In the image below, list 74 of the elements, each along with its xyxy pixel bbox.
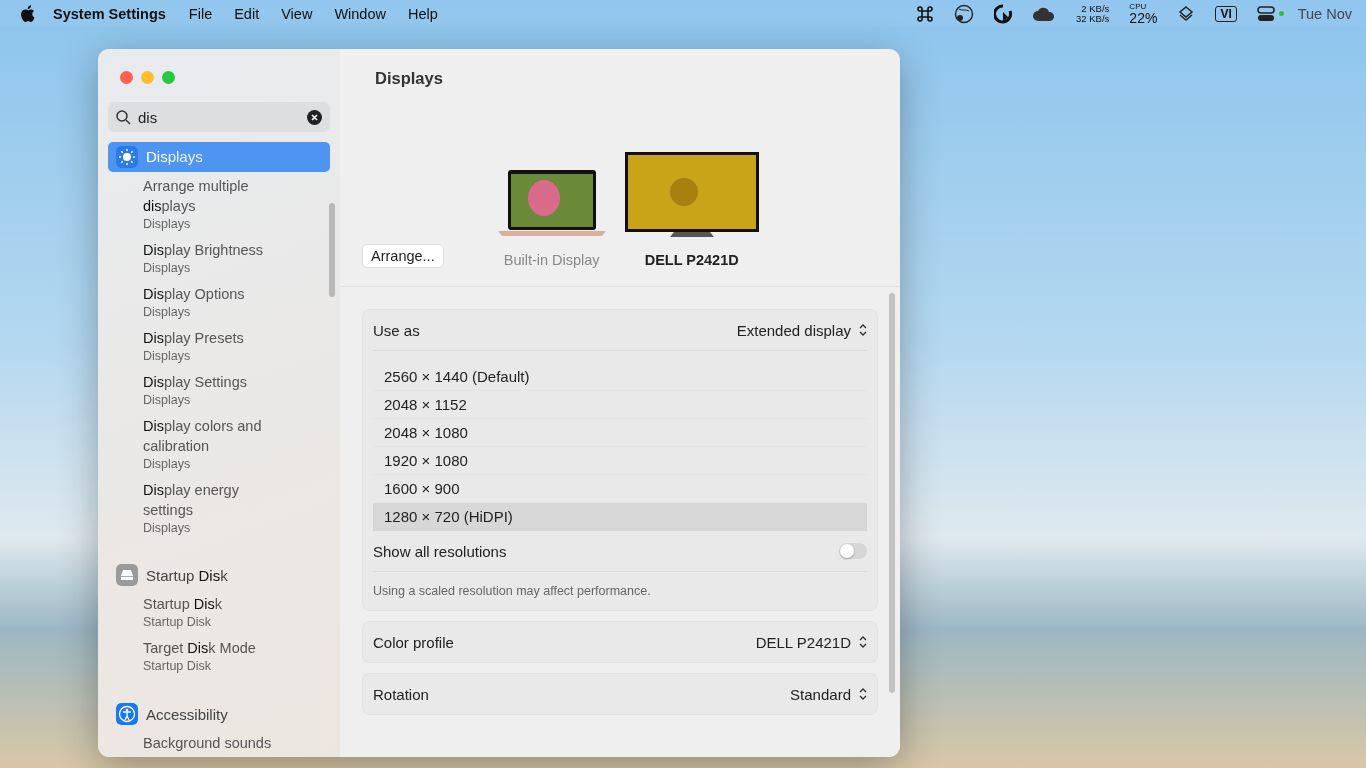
scrollbar[interactable] xyxy=(329,203,335,297)
control-center-icon[interactable] xyxy=(1256,5,1275,22)
setting-label: Color profile xyxy=(373,633,454,651)
sidebar-item-label: Accessibility xyxy=(146,705,228,723)
search-result[interactable]: Target Disk Mode xyxy=(143,638,290,659)
result-category: Displays xyxy=(143,455,192,472)
toggle-switch[interactable] xyxy=(839,543,867,559)
use-as-popup[interactable]: Extended display xyxy=(736,321,867,339)
menu-item[interactable]: View xyxy=(270,5,324,22)
laptop-icon[interactable] xyxy=(495,168,608,238)
setting-label: Show all resolutions xyxy=(373,542,507,560)
stepper-icon xyxy=(859,687,867,701)
cloud-icon[interactable] xyxy=(1032,5,1057,22)
result-category: Displays xyxy=(143,391,192,408)
sidebar-item-label: Startup Disk xyxy=(146,567,228,584)
cpu-label: CPU xyxy=(1129,2,1148,11)
resolution-option[interactable]: 1280 × 720 (HiDPI) xyxy=(373,503,867,531)
sidebar-item-label: Displays xyxy=(146,148,203,166)
result-category: Displays xyxy=(143,259,192,276)
monitor-icon[interactable] xyxy=(623,152,760,238)
result-category: Displays xyxy=(143,215,192,232)
menu-item[interactable]: Edit xyxy=(223,5,271,22)
resolution-option[interactable]: 2048 × 1152 xyxy=(373,391,867,419)
command-icon[interactable] xyxy=(916,4,935,23)
search-result[interactable]: Display Brightness xyxy=(143,239,290,260)
upload-speed: 2 KB/s xyxy=(1080,3,1110,14)
setting-label: Use as xyxy=(373,321,420,339)
close-button[interactable] xyxy=(120,71,133,84)
display-name[interactable]: DELL P2421D xyxy=(644,252,739,268)
refresh-icon[interactable] xyxy=(994,3,1013,24)
cpu-value: 22% xyxy=(1129,10,1158,25)
result-category: Displays xyxy=(143,519,192,536)
download-speed: 32 KB/s xyxy=(1076,13,1110,24)
search-result[interactable]: Arrange multiple displays xyxy=(143,175,290,216)
clock[interactable]: Tue Nov xyxy=(1297,5,1352,22)
stepper-icon xyxy=(859,635,867,649)
hint-text: Using a scaled resolution may affect performance. xyxy=(373,583,652,600)
globe-icon[interactable] xyxy=(954,3,975,24)
brightness-icon xyxy=(116,145,138,168)
result-category: Startup Disk xyxy=(143,614,213,631)
resolution-option[interactable]: 2560 × 1440 (Default) xyxy=(373,363,867,391)
color-profile-popup[interactable]: DELL P2421D xyxy=(755,633,867,651)
apple-icon[interactable] xyxy=(20,5,35,22)
page-title: Displays xyxy=(374,68,444,89)
search-field[interactable]: dis xyxy=(108,102,330,132)
app-menu[interactable]: System Settings xyxy=(35,5,178,22)
search-result[interactable]: Display Settings xyxy=(143,371,290,392)
search-icon xyxy=(116,110,131,125)
result-category: Displays xyxy=(143,347,192,364)
resolution-option[interactable]: 1920 × 1080 xyxy=(373,447,867,475)
clear-icon[interactable] xyxy=(307,110,322,125)
result-category: Displays xyxy=(143,303,192,320)
input-source[interactable]: VI xyxy=(1215,5,1237,22)
menu-item[interactable]: File xyxy=(177,5,224,22)
search-result[interactable]: Display colors and calibration xyxy=(143,415,290,456)
arrange-button[interactable]: Arrange... xyxy=(362,244,444,268)
menu-item[interactable]: Help xyxy=(396,5,449,22)
menu-item[interactable]: Window xyxy=(323,5,397,22)
search-result[interactable]: Background sounds xyxy=(143,732,290,753)
search-result[interactable]: Display Presets xyxy=(143,327,290,348)
result-category: Startup Disk xyxy=(143,658,213,675)
stepper-icon xyxy=(859,323,867,337)
sidebar-item[interactable]: Accessibility xyxy=(108,699,330,729)
sidebar-item[interactable]: Startup Disk xyxy=(108,560,330,591)
layers-icon[interactable] xyxy=(1177,4,1196,23)
search-result[interactable]: Startup Disk xyxy=(143,594,290,615)
scrollbar[interactable] xyxy=(889,293,895,693)
search-result[interactable]: Display Options xyxy=(143,283,290,304)
search-result[interactable]: Display energy settings xyxy=(143,479,290,520)
status-dot xyxy=(1278,11,1284,16)
accessibility-icon xyxy=(116,703,138,726)
resolution-option[interactable]: 2048 × 1080 xyxy=(373,419,867,447)
setting-label: Rotation xyxy=(373,685,429,703)
rotation-popup[interactable]: Standard xyxy=(790,685,867,703)
